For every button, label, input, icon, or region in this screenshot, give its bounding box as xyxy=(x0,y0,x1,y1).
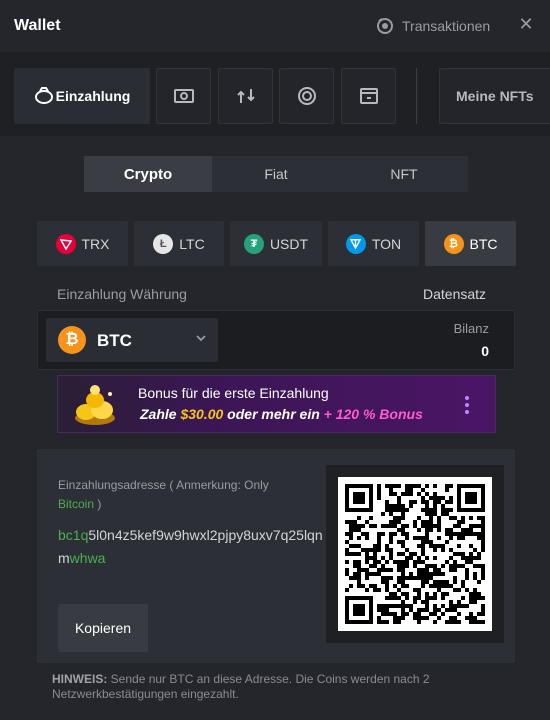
deposit-address-value: bc1q5l0n4z5kef9w9hwxl2pjpy8uxv7q25lqnmwh… xyxy=(58,524,328,570)
more-options-icon[interactable] xyxy=(464,396,470,416)
bonus-percent: + 120 % Bonus xyxy=(323,406,423,422)
qr-code-frame xyxy=(326,465,504,643)
coin-tab-trx[interactable]: TRX xyxy=(37,221,128,266)
ltc-icon: Ł xyxy=(153,233,174,254)
deposit-tab[interactable]: Einzahlung xyxy=(14,68,150,124)
balance-value: 0 xyxy=(481,343,489,359)
coin-tab[interactable] xyxy=(279,68,334,124)
bonus-amount: $30.00 xyxy=(180,406,224,422)
coin-tab-usdt[interactable]: ₮ USDT xyxy=(230,221,322,266)
currency-dropdown[interactable]: ₿ BTC xyxy=(46,318,218,362)
bonus-terms-prefix: Zahle xyxy=(140,406,181,422)
transactions-label: Transaktionen xyxy=(402,18,491,34)
bonus-title: Bonus für die erste Einzahlung xyxy=(138,385,329,401)
wallet-header: Wallet Transaktionen ✕ xyxy=(0,0,550,52)
bonus-terms-mid: oder mehr ein xyxy=(223,406,324,422)
deposit-currency-label: Einzahlung Währung xyxy=(57,286,187,302)
address-start: bc1q xyxy=(58,527,89,543)
qr-code-image xyxy=(345,484,485,624)
btc-icon: ₿ xyxy=(443,233,464,254)
deposit-address-label: Einzahlungsadresse ( Anmerkung: Only Bit… xyxy=(58,476,298,514)
btc-icon: ₿ xyxy=(58,326,86,354)
coin-label-ltc: LTC xyxy=(179,235,205,252)
vault-icon xyxy=(359,88,378,104)
note-prefix: HINWEIS: xyxy=(52,672,108,686)
my-nfts-label: Meine NFTs xyxy=(456,88,534,104)
wallet-menu: Einzahlung Meine NFTs xyxy=(0,52,550,136)
chevron-down-icon xyxy=(196,335,206,342)
first-deposit-bonus-banner[interactable]: Bonus für die erste Einzahlung Zahle $30… xyxy=(57,375,496,433)
deposit-tab-label: Einzahlung xyxy=(55,88,131,104)
selected-currency: BTC xyxy=(97,331,132,350)
rate-link[interactable]: Datensatz xyxy=(423,286,486,302)
address-end: whwa xyxy=(69,550,106,566)
coin-label-trx: TRX xyxy=(81,235,110,252)
coin-label-usdt: USDT xyxy=(269,235,309,252)
qr-code xyxy=(338,477,492,631)
deposit-address-panel: Einzahlungsadresse ( Anmerkung: Only Bit… xyxy=(37,449,515,663)
note-text: Sende nur BTC an diese Adresse. Die Coin… xyxy=(52,672,430,701)
ton-icon xyxy=(345,233,366,254)
my-nfts-tab[interactable]: Meine NFTs xyxy=(439,68,550,124)
deposit-note: HINWEIS: Sende nur BTC an diese Adresse.… xyxy=(52,672,492,702)
vault-tab[interactable] xyxy=(341,68,396,124)
history-icon xyxy=(377,18,393,34)
coin-icon xyxy=(297,87,316,105)
withdraw-tab[interactable] xyxy=(156,68,211,124)
close-icon[interactable]: ✕ xyxy=(517,15,535,33)
currency-select-box: ₿ BTC Bilanz 0 xyxy=(37,310,515,370)
swap-icon xyxy=(236,89,255,103)
swap-tab[interactable] xyxy=(218,68,273,124)
coin-tab-ton[interactable]: TON xyxy=(328,221,419,266)
address-network: Bitcoin xyxy=(58,497,95,511)
bonus-terms: Zahle $30.00 oder mehr ein + 120 % Bonus xyxy=(140,406,423,422)
coin-tab-btc[interactable]: ₿ BTC xyxy=(425,221,516,266)
menu-divider xyxy=(416,68,417,124)
asset-type-segments: Crypto Fiat NFT xyxy=(84,156,468,192)
coin-label-ton: TON xyxy=(371,235,402,252)
copy-button[interactable]: Kopieren xyxy=(58,604,148,652)
balance-label: Bilanz xyxy=(453,321,489,336)
coin-label-btc: BTC xyxy=(469,235,498,252)
segment-nft[interactable]: NFT xyxy=(340,156,468,192)
address-label-prefix: Einzahlungsadresse ( Anmerkung: Only xyxy=(58,478,269,492)
address-label-suffix: ) xyxy=(94,497,102,511)
segment-fiat[interactable]: Fiat xyxy=(212,156,340,192)
deposit-icon xyxy=(34,87,53,104)
wallet-title: Wallet xyxy=(14,17,61,34)
trx-icon xyxy=(55,233,76,254)
transactions-link[interactable]: Transaktionen xyxy=(376,17,490,35)
coin-tab-ltc[interactable]: Ł LTC xyxy=(134,221,224,266)
cash-icon xyxy=(173,89,194,103)
treasure-icon xyxy=(75,385,115,425)
usdt-icon: ₮ xyxy=(243,233,264,254)
segment-crypto[interactable]: Crypto xyxy=(84,156,212,192)
